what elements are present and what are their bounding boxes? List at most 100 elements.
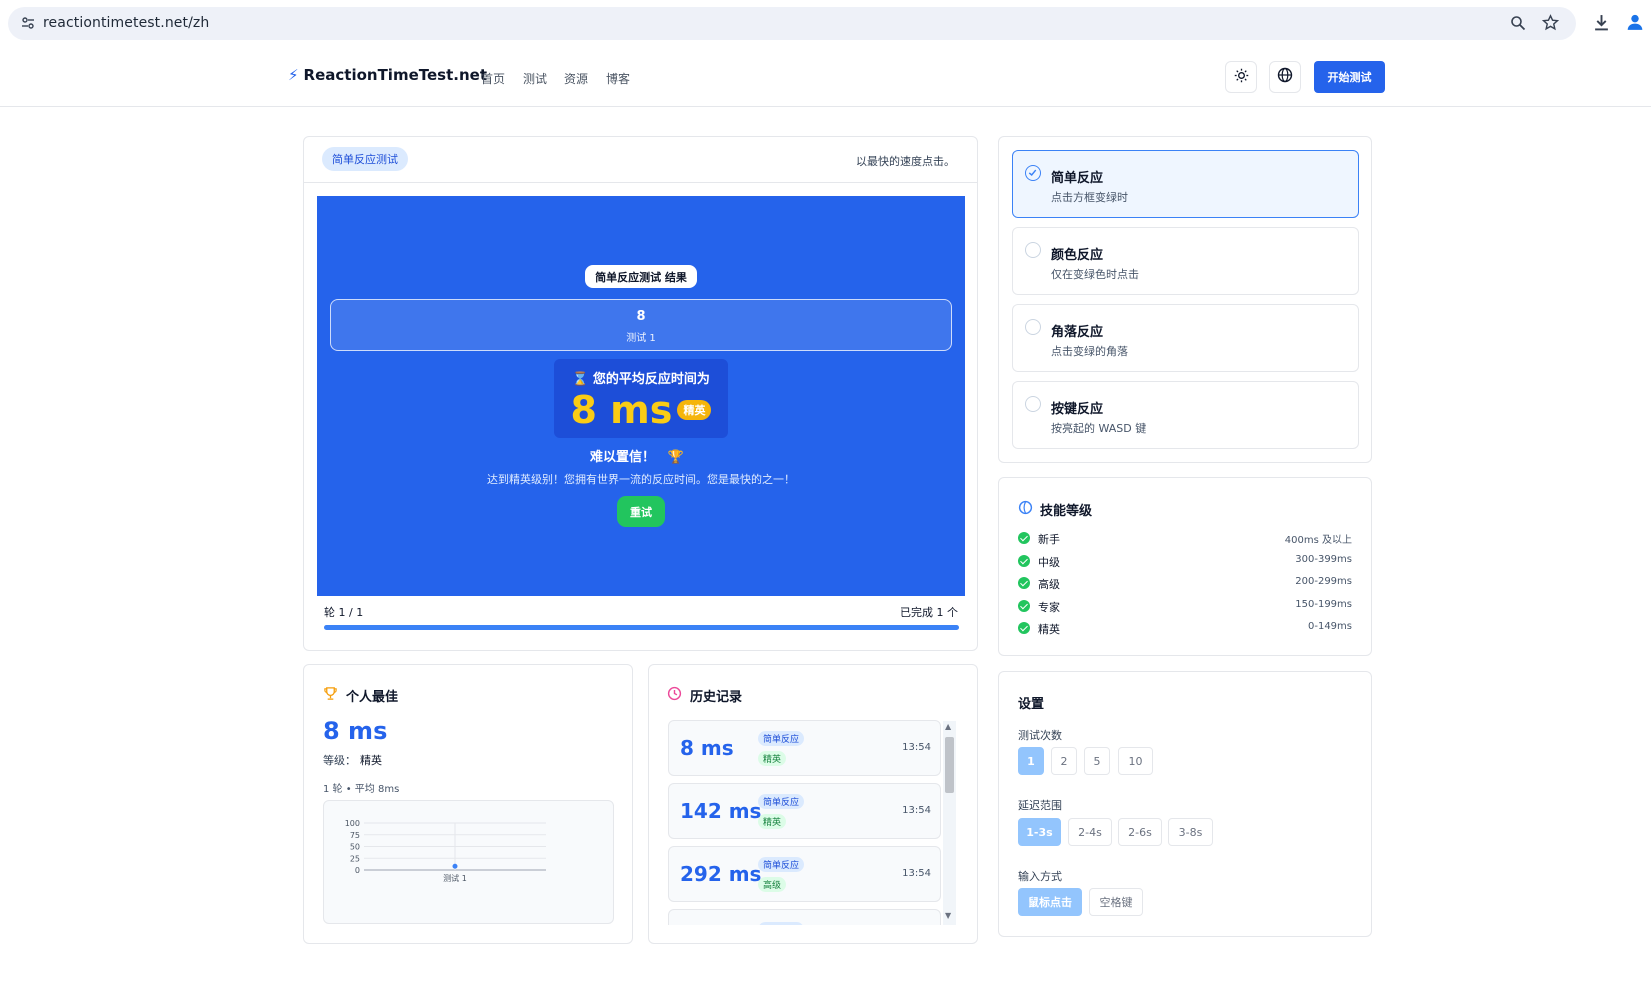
input-option-space[interactable]: 空格键 — [1089, 888, 1143, 916]
elite-badge: 精英 — [677, 400, 712, 420]
clock-icon — [667, 686, 682, 705]
skill-row: 专家 150-199ms — [1018, 598, 1352, 616]
check-icon — [1018, 600, 1030, 612]
skill-name: 精英 — [1038, 623, 1060, 636]
best-value: 8 ms — [323, 717, 388, 745]
average-value: 8 ms — [570, 388, 673, 432]
count-option-1[interactable]: 1 — [1018, 747, 1044, 775]
best-chart-panel: 100 75 50 25 0 测试 1 — [323, 800, 614, 924]
best-summary: 1 轮 • 平均 8ms — [323, 784, 400, 795]
history-item[interactable]: 8 ms 简单反应 精英 13:54 — [668, 720, 941, 776]
skill-row: 新手 400ms 及以上 — [1018, 530, 1352, 548]
site-settings-icon[interactable] — [20, 15, 36, 35]
theme-toggle-button[interactable] — [1225, 61, 1257, 93]
history-level-tag: 精英 — [758, 814, 787, 829]
verdict-title: 难以置信！ — [590, 450, 656, 465]
skill-level-icon — [1018, 500, 1033, 519]
nav-resources[interactable]: 资源 — [564, 70, 588, 87]
history-ms: 8 ms — [680, 736, 734, 760]
history-type-tag: 简单反应 — [758, 731, 805, 746]
chart-x-tick-label: 测试 1 — [443, 873, 467, 883]
progress-bar — [324, 625, 959, 630]
radio-icon — [1025, 319, 1041, 335]
scroll-up-icon[interactable]: ▲ — [945, 722, 951, 731]
verdict-title-row: 难以置信！ 🏆 — [590, 446, 684, 465]
check-icon — [1018, 532, 1030, 544]
globe-icon — [1277, 67, 1293, 87]
mode-desc: 点击变绿的角落 — [1051, 345, 1128, 358]
history-item[interactable]: 292 ms 简单反应 高级 13:54 — [668, 846, 941, 902]
mode-color[interactable]: 颜色反应 仅在变绿色时点击 — [1012, 227, 1359, 295]
check-icon — [1018, 577, 1030, 589]
progress-fill — [324, 625, 959, 630]
logo-text: ReactionTimeTest.net — [303, 66, 487, 84]
sun-icon — [1234, 68, 1249, 87]
mode-key[interactable]: 按键反应 按亮起的 WASD 键 — [1012, 381, 1359, 449]
logo[interactable]: ⚡ ReactionTimeTest.net — [288, 66, 487, 84]
count-option-10[interactable]: 10 — [1118, 747, 1153, 775]
history-level-tag: 高级 — [758, 877, 787, 892]
skill-range: 0-149ms — [1307, 621, 1352, 632]
skill-row: 高级 200-299ms — [1018, 575, 1352, 593]
nav-home[interactable]: 首页 — [481, 70, 505, 87]
best-chart: 100 75 50 25 0 测试 1 — [345, 819, 546, 883]
mode-title: 按键反应 — [1051, 402, 1104, 417]
average-title: ⌛ 您的平均反应时间为 — [572, 372, 710, 387]
check-icon — [1018, 555, 1030, 567]
zoom-icon[interactable] — [1510, 15, 1526, 35]
count-option-2[interactable]: 2 — [1051, 747, 1077, 775]
mode-title: 颜色反应 — [1051, 248, 1104, 263]
download-icon[interactable] — [1593, 14, 1610, 35]
input-option-mouse[interactable]: 鼠标点击 — [1018, 888, 1082, 916]
scrollbar-thumb[interactable] — [945, 737, 954, 793]
history-scrollbar[interactable]: ▲ ▼ — [943, 721, 956, 925]
bookmark-star-icon[interactable] — [1541, 14, 1560, 35]
mode-title: 简单反应 — [1051, 171, 1104, 186]
completed-counter: 已完成 1 个 — [900, 606, 958, 619]
delay-option-1-3s[interactable]: 1-3s — [1018, 818, 1061, 846]
history-ms: 292 ms — [680, 862, 762, 886]
chart-data-point — [452, 863, 458, 869]
history-ms: 142 ms — [680, 799, 762, 823]
round-counter: 轮 1 / 1 — [324, 606, 364, 619]
history-time: 13:54 — [902, 805, 931, 816]
chart-y-tick-label: 0 — [355, 866, 360, 875]
address-bar[interactable]: reactiontimetest.net/zh — [8, 7, 1576, 40]
url-text[interactable]: reactiontimetest.net/zh — [43, 15, 209, 31]
best-level-label: 等级： — [323, 754, 356, 767]
test-instruction: 以最快的速度点击。 — [856, 155, 955, 168]
skill-name: 新手 — [1038, 533, 1060, 546]
test-type-badge: 简单反应测试 — [322, 147, 408, 171]
language-button[interactable] — [1269, 61, 1301, 93]
start-test-button[interactable]: 开始测试 — [1314, 61, 1385, 93]
retry-button[interactable]: 重试 — [617, 496, 665, 527]
history-time: 13:54 — [902, 742, 931, 753]
delay-option-2-4s[interactable]: 2-4s — [1068, 818, 1112, 846]
history-list[interactable]: 8 ms 简单反应 精英 13:54 142 ms 简单反应 精英 13:54 … — [666, 719, 958, 925]
settings-title: 设置 — [1018, 697, 1045, 712]
scroll-down-icon[interactable]: ▼ — [945, 911, 951, 920]
verdict-text: 达到精英级别！您拥有世界一流的反应时间。您是最快的之一！ — [487, 473, 795, 486]
history-level-tag: 精英 — [758, 751, 787, 766]
site-header: ⚡ ReactionTimeTest.net 首页 测试 资源 博客 — [0, 46, 1651, 107]
delay-label: 延迟范围 — [1018, 799, 1062, 812]
mode-desc: 点击方框变绿时 — [1051, 191, 1128, 204]
nav-blog[interactable]: 博客 — [606, 70, 630, 87]
mode-corner[interactable]: 角落反应 点击变绿的角落 — [1012, 304, 1359, 372]
count-option-5[interactable]: 5 — [1084, 747, 1110, 775]
nav-tests[interactable]: 测试 — [523, 70, 547, 87]
input-label: 输入方式 — [1018, 870, 1062, 883]
result-label: 测试 1 — [626, 333, 656, 344]
history-item[interactable]: 简单反应 — [668, 909, 941, 925]
trophy-icon: 🏆 — [667, 450, 684, 465]
delay-option-3-8s[interactable]: 3-8s — [1168, 818, 1213, 846]
chart-y-tick-label: 100 — [345, 819, 360, 828]
skill-name: 高级 — [1038, 578, 1060, 591]
best-title: 个人最佳 — [346, 690, 399, 705]
profile-icon[interactable] — [1626, 13, 1644, 35]
results-title: 简单反应测试 结果 — [585, 265, 697, 288]
history-item[interactable]: 142 ms 简单反应 精英 13:54 — [668, 783, 941, 839]
delay-option-2-6s[interactable]: 2-6s — [1118, 818, 1162, 846]
result-item: 8 测试 1 — [330, 299, 952, 351]
mode-simple[interactable]: 简单反应 点击方框变绿时 — [1012, 150, 1359, 218]
